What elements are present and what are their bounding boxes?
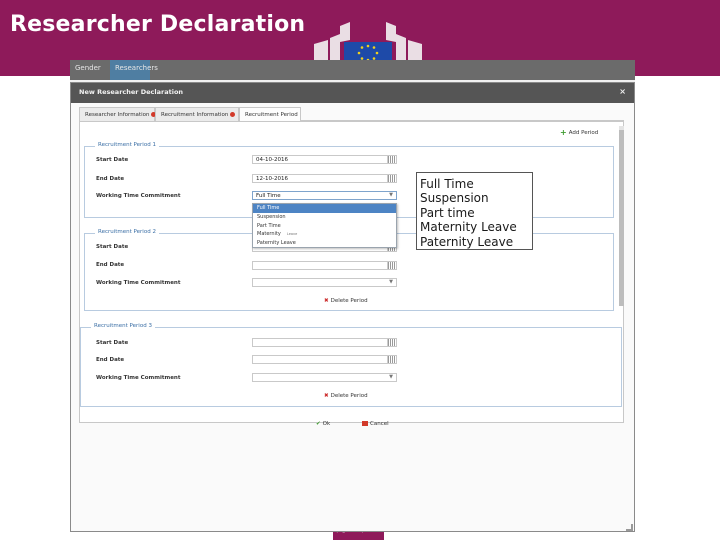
working-time-select[interactable]: ▼ bbox=[252, 373, 397, 382]
cancel-icon bbox=[362, 421, 368, 426]
end-date-label: End Date bbox=[96, 357, 125, 363]
cancel-label: Cancel bbox=[370, 421, 389, 427]
start-date-value: 04-10-2016 bbox=[256, 157, 288, 163]
period-legend: Recruitment Period 1 bbox=[95, 142, 159, 148]
calendar-icon[interactable] bbox=[387, 356, 395, 363]
start-date-label: Start Date bbox=[96, 244, 129, 250]
callout-line: Paternity Leave bbox=[420, 234, 514, 249]
dialog-title: New Researcher Declaration bbox=[79, 88, 184, 96]
add-period-label: Add Period bbox=[568, 130, 599, 136]
working-time-label: Working Time Commitment bbox=[96, 280, 181, 286]
option-note: Leave bbox=[286, 232, 298, 237]
nav-tab-gender[interactable]: Gender bbox=[70, 60, 110, 80]
period-legend: Recruitment Period 2 bbox=[95, 229, 159, 235]
delete-period-button[interactable]: ✖ Delete Period bbox=[324, 393, 368, 399]
warning-icon bbox=[230, 112, 236, 117]
options-callout: Full Time Suspension Part time Maternity… bbox=[416, 172, 533, 250]
option-label: Full Time bbox=[257, 205, 280, 211]
working-time-label: Working Time Commitment bbox=[96, 375, 181, 381]
chevron-down-icon[interactable]: ▼ bbox=[389, 279, 393, 285]
calendar-icon[interactable] bbox=[387, 339, 395, 346]
dropdown-option[interactable]: Full Time bbox=[253, 204, 396, 213]
end-date-field[interactable] bbox=[252, 261, 397, 270]
add-period-button[interactable]: + Add Period bbox=[560, 128, 598, 137]
calendar-icon[interactable] bbox=[387, 175, 395, 182]
dialog-header: New Researcher Declaration × bbox=[71, 83, 634, 103]
delete-period-button[interactable]: ✖ Delete Period bbox=[324, 298, 368, 304]
option-label: Suspension bbox=[257, 213, 286, 220]
scrollbar-thumb[interactable] bbox=[619, 130, 624, 306]
start-date-field[interactable] bbox=[252, 338, 397, 347]
dropdown-option[interactable]: Maternity Leave bbox=[253, 230, 396, 239]
option-label: Maternity bbox=[257, 231, 281, 238]
tab-recruitment-period[interactable]: Recruitment Period bbox=[239, 107, 301, 121]
tab-researcher-information[interactable]: Researcher Information bbox=[79, 107, 157, 121]
calendar-icon[interactable] bbox=[387, 156, 395, 163]
slide: Researcher Declaration Gender Researcher… bbox=[0, 0, 720, 540]
end-date-field[interactable] bbox=[252, 355, 397, 364]
working-time-select[interactable]: Full Time ▼ bbox=[252, 191, 397, 200]
calendar-icon[interactable] bbox=[387, 262, 395, 269]
chevron-down-icon[interactable]: ▼ bbox=[389, 374, 393, 380]
delete-period-label: Delete Period bbox=[330, 393, 368, 399]
slide-title: Researcher Declaration bbox=[10, 12, 306, 37]
plus-icon: + bbox=[560, 128, 567, 137]
tab-label: Recruitment Information bbox=[161, 112, 229, 118]
callout-line: Suspension bbox=[420, 191, 489, 206]
callout-line: Maternity Leave bbox=[420, 220, 517, 235]
tab-label: Recruitment Period bbox=[245, 112, 298, 118]
working-time-select[interactable]: ▼ bbox=[252, 278, 397, 287]
ok-button[interactable]: ✔ Ok bbox=[316, 421, 330, 427]
ok-label: Ok bbox=[322, 421, 331, 427]
chevron-down-icon[interactable]: ▼ bbox=[389, 192, 393, 198]
option-label: Part Time bbox=[257, 222, 281, 229]
tab-label: Researcher Information bbox=[85, 112, 150, 118]
start-date-label: Start Date bbox=[96, 340, 129, 346]
option-label: Paternity Leave bbox=[257, 240, 296, 247]
working-time-value: Full Time bbox=[256, 193, 281, 199]
nav-tab-researchers[interactable]: Researchers bbox=[110, 60, 158, 80]
working-time-dropdown: Full Time Suspension Part Time Maternity… bbox=[252, 203, 397, 248]
callout-line: Full Time bbox=[420, 177, 474, 191]
dropdown-option[interactable]: Part Time bbox=[253, 222, 396, 231]
dropdown-option[interactable]: Paternity Leave bbox=[253, 239, 396, 248]
end-date-label: End Date bbox=[96, 176, 125, 182]
dialog-tabs: Researcher Information Recruitment Infor… bbox=[79, 107, 624, 121]
cancel-button[interactable]: Cancel bbox=[362, 421, 389, 427]
close-icon[interactable]: × bbox=[619, 87, 626, 96]
delete-icon: ✖ bbox=[324, 298, 329, 304]
delete-icon: ✖ bbox=[324, 393, 329, 399]
period-legend: Recruitment Period 3 bbox=[91, 323, 155, 329]
check-icon: ✔ bbox=[316, 421, 321, 427]
resize-grip-icon[interactable] bbox=[626, 524, 633, 531]
end-date-field[interactable]: 12-10-2016 bbox=[252, 174, 397, 183]
start-date-label: Start Date bbox=[96, 157, 129, 163]
end-date-value: 12-10-2016 bbox=[256, 176, 288, 182]
working-time-label: Working Time Commitment bbox=[96, 193, 181, 199]
tab-recruitment-information[interactable]: Recruitment Information bbox=[155, 107, 239, 121]
delete-period-label: Delete Period bbox=[330, 298, 368, 304]
start-date-field[interactable]: 04-10-2016 bbox=[252, 155, 397, 164]
end-date-label: End Date bbox=[96, 262, 125, 268]
dropdown-option[interactable]: Suspension bbox=[253, 213, 396, 222]
callout-line: Part time bbox=[420, 205, 475, 220]
